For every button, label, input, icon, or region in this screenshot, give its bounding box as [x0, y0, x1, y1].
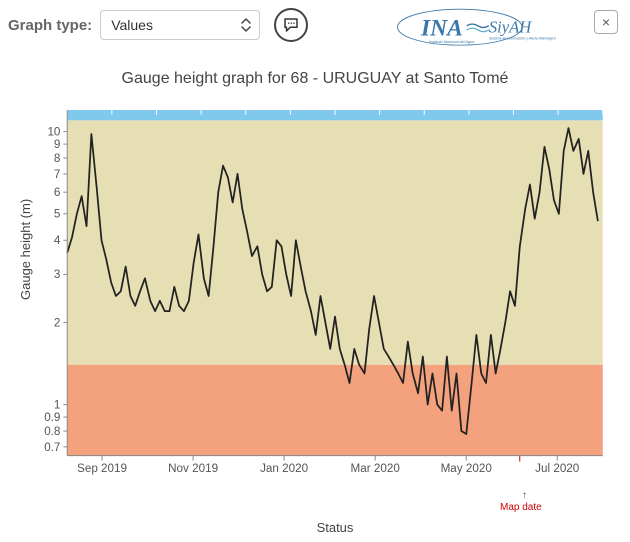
svg-text:May 2020: May 2020: [441, 462, 493, 475]
close-icon: ×: [602, 14, 610, 30]
ina-siyah-logo: INA SiyAH Instituto Nacional del Agua Si…: [385, 5, 565, 53]
svg-text:Nov 2019: Nov 2019: [168, 462, 218, 475]
graph-type-label: Graph type:: [8, 17, 92, 34]
map-date-arrow-icon: ↑: [522, 490, 527, 501]
comment-button[interactable]: [274, 8, 308, 42]
svg-text:Instituto Nacional del Agua: Instituto Nacional del Agua: [429, 40, 474, 44]
svg-text:Sistema de Información y Alert: Sistema de Información y Alerta Hidrológ…: [489, 37, 556, 41]
svg-text:1: 1: [54, 398, 61, 411]
svg-text:3: 3: [54, 268, 61, 281]
svg-text:6: 6: [54, 186, 61, 199]
svg-text:Jan 2020: Jan 2020: [260, 462, 309, 475]
close-button[interactable]: ×: [594, 10, 618, 34]
svg-text:Jul 2020: Jul 2020: [535, 462, 580, 475]
svg-text:0.9: 0.9: [44, 411, 60, 424]
svg-text:SiyAH: SiyAH: [489, 18, 532, 37]
svg-text:5: 5: [54, 208, 61, 221]
y-axis-label: Gauge height (m): [18, 199, 33, 300]
chart-title: Gauge height graph for 68 - URUGUAY at S…: [0, 70, 630, 88]
svg-text:9: 9: [54, 138, 61, 151]
speech-bubble-icon: [282, 16, 300, 34]
svg-text:8: 8: [54, 152, 61, 165]
svg-text:Sep 2019: Sep 2019: [77, 462, 127, 475]
graph-type-select[interactable]: Values: [100, 10, 260, 40]
svg-text:10: 10: [47, 126, 60, 139]
svg-text:4: 4: [54, 234, 61, 247]
svg-text:7: 7: [54, 168, 61, 181]
map-date-label: Map date: [500, 502, 542, 513]
svg-text:0.7: 0.7: [44, 441, 60, 454]
graph-type-value: Values: [111, 17, 153, 33]
caret-up-down-icon: [241, 18, 251, 32]
x-axis-label: Status: [60, 520, 610, 535]
svg-text:0.8: 0.8: [44, 425, 60, 438]
chart-plot-area: 0.70.80.912345678910Sep 2019Nov 2019Jan …: [60, 110, 610, 490]
svg-text:2: 2: [54, 316, 61, 329]
svg-text:INA: INA: [420, 15, 463, 41]
svg-text:Mar 2020: Mar 2020: [351, 462, 401, 475]
